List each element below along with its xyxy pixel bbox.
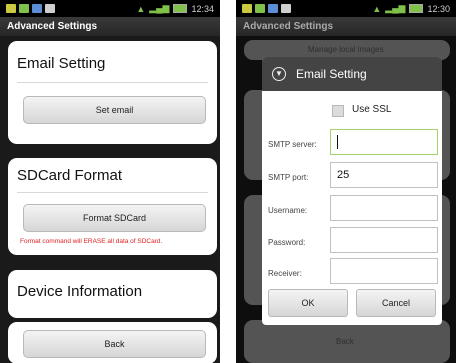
text-cursor [337,135,338,150]
receiver-label: Receiver: [268,269,302,278]
right-phone-screen: ▲ ▂▄▆ 12:30 Advanced Settings Manage loc… [236,0,456,363]
wifi-icon: ▲ [136,3,146,14]
chevron-down-icon: ▼ [272,67,286,81]
android-debug-icon [19,4,29,13]
mail-icon [45,4,55,13]
dialog-header: ▼ Email Setting [262,57,442,91]
format-warning-text: Format command will ERASE all data of SD… [20,238,163,245]
email-setting-dialog: ▼ Email Setting Use SSL SMTP server: SMT… [262,57,442,325]
page-title: Advanced Settings [236,17,456,36]
signal-icon: ▂▄▆ [385,3,406,13]
battery-icon [173,4,188,13]
password-label: Password: [268,238,306,247]
back-button[interactable]: Back [23,330,206,358]
username-label: Username: [268,206,308,215]
smtp-port-input[interactable]: 25 [330,162,438,188]
sdcard-format-heading: SDCard Format [17,167,123,184]
notification-icon [268,4,278,13]
page-title: Advanced Settings [0,17,220,36]
status-bar: ▲ ▂▄▆ 12:34 [0,0,220,17]
back-card: Back [8,322,217,363]
battery-icon [409,4,424,13]
usb-icon [242,4,252,13]
password-input[interactable] [330,227,438,253]
use-ssl-label: Use SSL [352,104,392,115]
divider [17,192,208,193]
smtp-server-input[interactable] [330,129,438,155]
cancel-button[interactable]: Cancel [356,289,436,317]
divider [17,82,208,83]
signal-icon: ▂▄▆ [149,3,170,13]
receiver-input[interactable] [330,258,438,284]
left-phone-screen: ▲ ▂▄▆ 12:34 Advanced Settings Email Sett… [0,0,220,363]
device-information-heading: Device Information [17,283,143,300]
set-email-button[interactable]: Set email [23,96,206,124]
email-setting-heading: Email Setting [17,55,106,72]
dialog-title: Email Setting [296,67,367,81]
notification-icon [32,4,42,13]
mail-icon [281,4,291,13]
device-information-card[interactable]: Device Information [8,270,217,318]
clock-text: 12:34 [191,3,214,14]
email-setting-card: Email Setting Set email [8,41,217,144]
usb-icon [6,4,16,13]
android-debug-icon [255,4,265,13]
username-input[interactable] [330,195,438,221]
smtp-port-label: SMTP port: [268,173,309,182]
use-ssl-checkbox[interactable] [332,105,344,117]
wifi-icon: ▲ [372,3,382,14]
smtp-server-label: SMTP server: [268,140,317,149]
format-sdcard-button[interactable]: Format SDCard [23,204,206,232]
status-bar: ▲ ▂▄▆ 12:30 [236,0,456,17]
sdcard-format-card: SDCard Format Format SDCard Format comma… [8,158,217,255]
clock-text: 12:30 [427,3,450,14]
ok-button[interactable]: OK [268,289,348,317]
